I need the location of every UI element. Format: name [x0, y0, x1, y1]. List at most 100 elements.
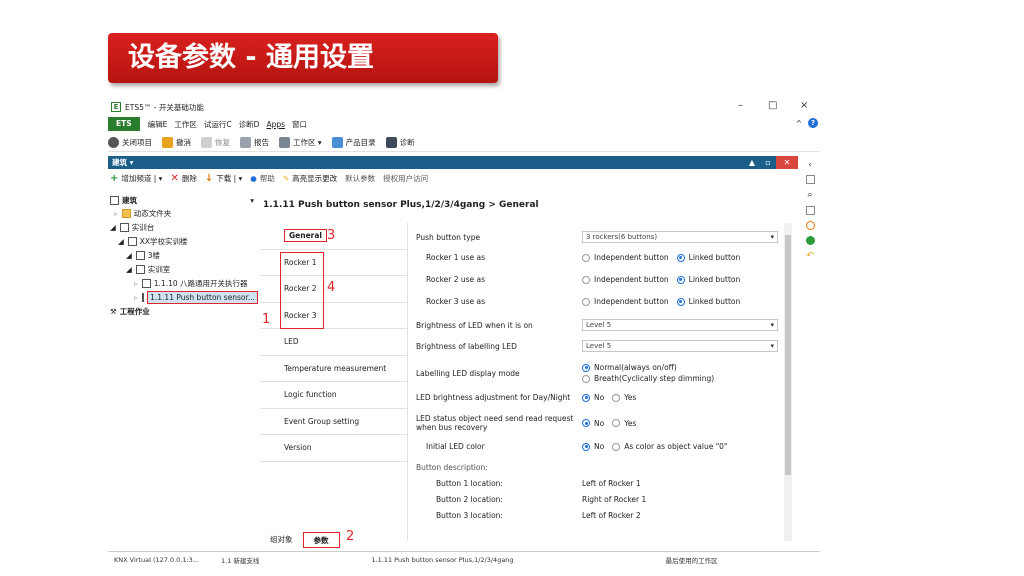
close-project-button[interactable]: 关闭项目 — [108, 137, 152, 148]
redo-button[interactable]: 恢复 — [201, 137, 230, 148]
menu-edit[interactable]: 编辑E — [148, 119, 168, 130]
menu-workspace[interactable]: 工作区 — [174, 119, 197, 130]
download-button[interactable]: ↓ 下载 | ▾ — [205, 173, 242, 184]
tools-icon: ⚒ — [110, 306, 117, 316]
undo-button[interactable]: 撤消 — [162, 137, 191, 148]
connection-status[interactable]: KNX Virtual (127.0.0.1:3... — [108, 556, 205, 564]
device-icon — [141, 292, 145, 302]
panel-restore-icon[interactable]: ▫ — [760, 156, 776, 169]
search-icon[interactable]: ⌕ — [807, 190, 812, 200]
labelling-normal-radio[interactable]: Normal(always on/off) — [582, 363, 714, 372]
tree-item-device-1-1-10[interactable]: ▹ 1.1.10 八路通用开关执行器 — [108, 276, 258, 290]
panel-close-icon[interactable]: ✕ — [776, 156, 798, 169]
menu-commissioning[interactable]: 试运行C — [204, 119, 232, 130]
tree-item-floor-3[interactable]: ◢ 3楼 — [108, 248, 258, 262]
radio-icon — [582, 275, 590, 284]
authorize-access-button[interactable]: 授权用户访问 — [383, 173, 428, 184]
menu-diagnostics[interactable]: 诊断D — [239, 119, 260, 130]
close-project-icon — [108, 137, 119, 148]
catalog-button[interactable]: 产品目录 — [331, 137, 376, 148]
highlight-changes-button[interactable]: ✎ 高亮显示更改 — [283, 173, 337, 184]
nav-version[interactable]: Version — [260, 435, 407, 462]
expand-icon: ▹ — [114, 208, 118, 218]
tree-item-device-1-1-11[interactable]: ▹ 1.1.11 Push button sensor... — [108, 290, 258, 304]
diagnostics-icon — [385, 137, 397, 148]
nav-led[interactable]: LED — [260, 329, 407, 356]
warning-icon[interactable] — [805, 221, 815, 230]
side-collapse-icon[interactable]: ‹ — [808, 160, 811, 169]
title-bar: E ETS5™ - 开关基础功能 – □ × — [108, 97, 820, 117]
properties-icon[interactable] — [805, 175, 815, 184]
help-button[interactable]: ● 帮助 — [250, 173, 275, 184]
maximize-button[interactable]: □ — [768, 100, 777, 111]
brightness-labelling-select[interactable]: Level 5 ▾ — [582, 340, 778, 352]
nav-logic-function[interactable]: Logic function — [260, 382, 407, 409]
parameter-scrollbar[interactable] — [784, 223, 792, 541]
building-tree: 建筑 ▾ ▹ 动态文件夹 ◢ 实训台 ◢ XX学校实训楼 ◢ 3楼 ◢ 实训室 — [108, 194, 258, 544]
rocker1-independent-radio[interactable]: Independent button — [582, 253, 669, 262]
tab-group-objects[interactable]: 组对象 — [260, 532, 303, 548]
annotation-2: 2 — [346, 529, 355, 544]
report-button[interactable]: 报告 — [240, 137, 269, 148]
workspace-button[interactable]: 工作区 ▾ — [279, 137, 322, 148]
initial-led-alt-radio[interactable]: As color as object value "0" — [612, 442, 727, 451]
rocker3-linked-radio[interactable]: Linked button — [676, 297, 740, 306]
brightness-led-on-select[interactable]: Level 5 ▾ — [582, 319, 778, 331]
tree-item-school-building[interactable]: ◢ XX学校实训楼 — [108, 234, 258, 248]
nav-temperature[interactable]: Temperature measurement — [260, 356, 407, 382]
param-button-description: Button description: — [416, 463, 488, 472]
menu-ets[interactable]: ETS — [108, 117, 140, 131]
labelling-breath-radio[interactable]: Breath(Cyclically step dimming) — [582, 374, 714, 383]
rocker2-independent-radio[interactable]: Independent button — [582, 275, 669, 284]
diagnostics-button[interactable]: 诊断 — [385, 137, 415, 148]
help-icon[interactable]: ? — [808, 118, 818, 128]
tree-item-training-bench[interactable]: ◢ 实训台 — [108, 220, 258, 234]
menu-apps[interactable]: Apps — [266, 120, 285, 129]
tree-item-dynamic-folder[interactable]: ▹ 动态文件夹 — [108, 206, 258, 220]
scrollbar-thumb[interactable] — [785, 235, 791, 475]
ok-icon[interactable] — [805, 236, 815, 245]
download-icon: ↓ — [204, 173, 214, 184]
ets-app-icon: E — [111, 102, 121, 112]
day-night-no-radio[interactable]: No — [582, 393, 604, 402]
rocker3-independent-radio[interactable]: Independent button — [582, 297, 669, 306]
collapse-ribbon-icon[interactable]: ^ — [796, 119, 802, 128]
close-window-button[interactable]: × — [800, 100, 808, 111]
radio-checked-icon — [582, 419, 590, 427]
ets-window: E ETS5™ - 开关基础功能 – □ × ETS 编辑E 工作区 试运行C … — [108, 97, 820, 567]
param-button-3-location: Button 3 location: Left of Rocker 2 — [436, 511, 641, 520]
print-icon — [240, 137, 251, 148]
status-object-yes-radio[interactable]: Yes — [612, 419, 636, 428]
radio-checked-icon — [676, 275, 685, 284]
menu-window[interactable]: 窗口 — [292, 119, 307, 130]
status-object-no-radio[interactable]: No — [582, 419, 604, 428]
add-icon: + — [110, 173, 119, 184]
panel-collapse-icon[interactable]: ▲ — [744, 156, 760, 169]
tab-parameters[interactable]: 参数 — [302, 532, 340, 548]
tree-dropdown-icon[interactable]: ▾ — [250, 196, 254, 205]
chevron-down-icon: ▾ — [770, 233, 774, 241]
push-button-type-select[interactable]: 3 rockers(6 buttons) ▾ — [582, 231, 778, 243]
rocker2-linked-radio[interactable]: Linked button — [676, 275, 740, 284]
collapse-icon: ◢ — [110, 222, 116, 232]
floor-icon — [135, 250, 145, 260]
default-parameters-button[interactable]: 默认参数 — [345, 173, 375, 184]
list-icon[interactable] — [805, 206, 815, 215]
rocker1-linked-radio[interactable]: Linked button — [676, 253, 740, 262]
nav-event-group[interactable]: Event Group setting — [260, 409, 407, 435]
project-work-section[interactable]: ⚒ 工程作业 — [108, 304, 258, 318]
param-labelling-mode: Labelling LED display mode Normal(always… — [416, 363, 715, 383]
add-channel-button[interactable]: + 增加频道 | ▾ — [110, 173, 162, 184]
chevron-down-icon: ▾ — [770, 342, 774, 350]
initial-led-no-radio[interactable]: No — [582, 442, 604, 451]
undo-history-icon[interactable]: ↶ — [806, 251, 814, 261]
delete-button[interactable]: ✕ 删除 — [170, 173, 196, 184]
tree-header[interactable]: 建筑 ▾ — [108, 194, 258, 206]
tree-item-training-room[interactable]: ◢ 实训室 — [108, 262, 258, 276]
building-panel-header[interactable]: 建筑 ▾ ▲ ▫ ✕ — [108, 156, 798, 169]
day-night-yes-radio[interactable]: Yes — [612, 393, 636, 402]
expand-icon: ▹ — [134, 278, 138, 288]
slide-title: 设备参数 - 通用设置 — [108, 33, 498, 83]
minimize-button[interactable]: – — [738, 100, 743, 111]
rocker-highlight-box — [280, 252, 324, 329]
